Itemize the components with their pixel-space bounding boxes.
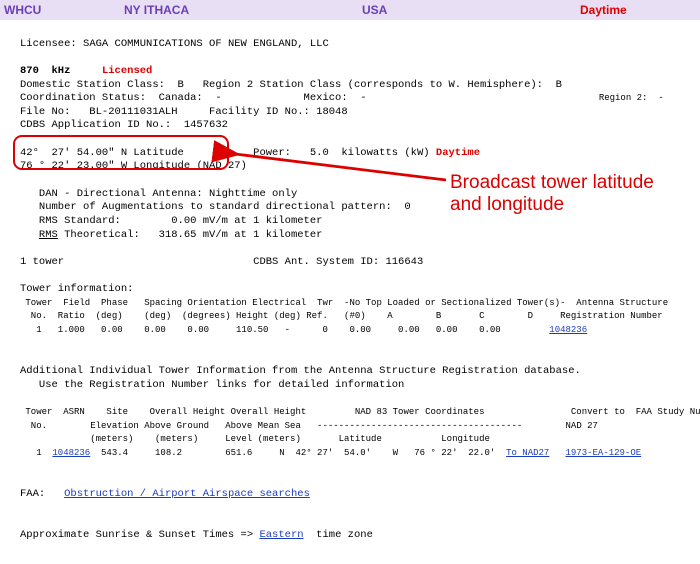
licensee-label: Licensee: xyxy=(20,38,83,50)
tz-link[interactable]: Eastern xyxy=(259,529,303,541)
licensee-value: SAGA COMMUNICATIONS OF NEW ENGLAND, LLC xyxy=(83,38,329,50)
rms-theo-underline: RMS xyxy=(39,229,58,241)
addtl-1: Additional Individual Tower Information … xyxy=(20,365,581,377)
faa-link[interactable]: Obstruction / Airport Airspace searches xyxy=(64,488,310,500)
coordination-line: Coordination Status: Canada: - Mexico: - xyxy=(20,92,367,104)
asrn-head-row3: (meters) (meters) Level (meters) Latitud… xyxy=(20,434,490,444)
coordination-region2: Region 2: - xyxy=(367,93,664,103)
tower-count: 1 tower CDBS Ant. System ID: 116643 xyxy=(20,256,423,268)
cdbs-app-id-line: CDBS Application ID No.: 1457632 xyxy=(20,119,228,131)
asrn-head-row2: No. Elevation Above Ground Above Mean Se… xyxy=(20,421,598,431)
latitude: 42° 27' 54.00" N Latitude xyxy=(20,147,184,159)
tower-table-head1: Tower Field Phase Spacing Orientation El… xyxy=(20,298,668,308)
banner-period: Daytime xyxy=(580,3,627,17)
file-no-line: File No: BL-20111031ALH Facility ID No.:… xyxy=(20,106,348,118)
nad27-convert-link[interactable]: To NAD27 xyxy=(506,448,549,458)
tower-info-hdr: Tower information: xyxy=(20,283,133,295)
fcc-detail-body: Licensee: SAGA COMMUNICATIONS OF NEW ENG… xyxy=(0,20,700,564)
power-label: Power: xyxy=(253,147,291,159)
asrn-row: 1 1048236 543.4 108.2 651.6 N 42° 27' 54… xyxy=(20,448,641,458)
longitude: 76 ° 22' 23.00" W Longitude xyxy=(20,160,190,172)
banner-country: USA xyxy=(362,3,580,17)
rms-theoretical: Theoretical: 318.65 mV/m at 1 kilometer xyxy=(58,229,323,241)
addtl-2: Use the Registration Number links for de… xyxy=(20,379,404,391)
power-value: 5.0 kilowatts (kW) xyxy=(310,147,430,159)
power-period: Daytime xyxy=(436,147,480,159)
tz-post: time zone xyxy=(304,529,373,541)
banner-location: NY ITHACA xyxy=(124,3,362,17)
asrn-head-row: Tower ASRN Site Overall Height Overall H… xyxy=(20,407,700,417)
faa-study-link[interactable]: 1973-EA-129-OE xyxy=(566,448,642,458)
banner-callsign: WHCU xyxy=(4,3,124,17)
rms-standard: RMS Standard: 0.00 mV/m at 1 kilometer xyxy=(39,215,323,227)
asrn-reg-link[interactable]: 1048236 xyxy=(52,448,90,458)
station-class-line: Domestic Station Class: B Region 2 Stati… xyxy=(20,79,562,91)
augmentations: Number of Augmentations to standard dire… xyxy=(39,201,411,213)
tower-reg-link[interactable]: 1048236 xyxy=(549,325,587,335)
antenna-type: DAN - Directional Antenna: Nighttime onl… xyxy=(39,188,297,200)
tower-table-head2: No. Ratio (deg) (deg) (degrees) Height (… xyxy=(20,311,663,321)
tower-row: 1 1.000 0.00 0.00 0.00 110.50 - 0 0.00 0… xyxy=(20,325,587,335)
datum: (NAD 27) xyxy=(196,160,246,172)
license-status: Licensed xyxy=(102,65,152,77)
frequency: 870 kHz xyxy=(20,65,70,77)
tz-pre: Approximate Sunrise & Sunset Times => xyxy=(20,529,259,541)
faa-label: FAA: xyxy=(20,488,45,500)
